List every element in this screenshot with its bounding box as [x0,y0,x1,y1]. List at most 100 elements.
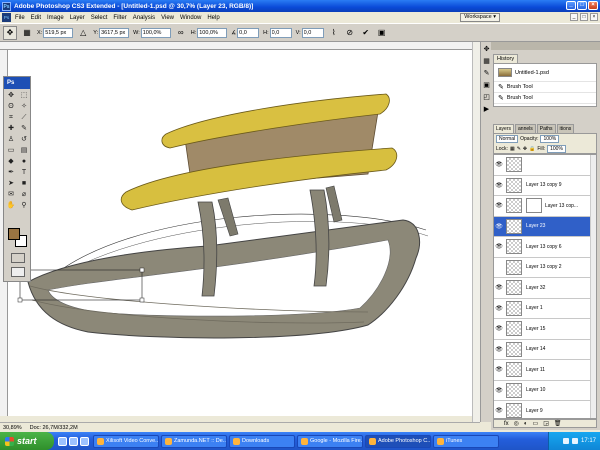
eyedropper-tool-icon[interactable]: ⌀ [18,190,30,200]
visibility-eye-icon[interactable]: 👁 [494,182,504,189]
tray-icon[interactable] [562,438,569,444]
height-input[interactable] [197,27,228,38]
new-group-icon[interactable]: ▭ [533,420,539,427]
swatches-panel-icon[interactable]: ▣ [482,81,491,90]
clone-stamp-tool-icon[interactable]: ♙ [5,135,17,145]
layer-row[interactable]: 👁 Layer 15 [494,319,596,340]
brushes-panel-icon[interactable]: ✎ [482,69,491,78]
layer-row[interactable]: 👁 Layer 9 [494,401,596,418]
eraser-tool-icon[interactable]: ▭ [5,146,17,156]
layer-row[interactable]: 👁 Layer 13 cop... [494,196,596,217]
close-button[interactable]: × [588,1,598,10]
doc-minimize-button[interactable]: _ [570,13,578,21]
move-tool-icon[interactable]: ✥ [5,91,17,101]
menu-filter[interactable]: Filter [113,15,126,21]
healing-brush-tool-icon[interactable]: ✚ [5,124,17,134]
quick-launch-icon[interactable] [58,436,67,446]
zoom-level[interactable]: 30,89% [3,425,22,431]
canvas-vertical-scrollbar[interactable] [472,42,480,422]
taskbar-button[interactable]: Xilisoft Video Conve... [93,434,159,448]
layer-row[interactable]: 👁 [494,155,596,176]
menu-select[interactable]: Select [91,15,108,21]
actions-panel-icon[interactable]: ▶ [482,105,491,114]
navigator-panel-icon[interactable]: ✥ [482,45,491,54]
zoom-tool-icon[interactable]: ⚲ [18,201,30,211]
history-snapshot[interactable]: Untitled-1.psd [494,64,596,82]
tray-icon[interactable] [571,438,578,444]
visibility-eye-icon[interactable]: 👁 [494,325,504,332]
cancel-transform-icon[interactable]: ⊘ [344,27,356,39]
slice-tool-icon[interactable]: ⟋ [18,113,30,123]
history-state[interactable]: ✎ Brush Tool [494,93,596,104]
visibility-eye-icon[interactable]: 👁 [494,284,504,291]
tab-paths[interactable]: Paths [536,124,556,133]
history-brush-tool-icon[interactable]: ↺ [18,135,30,145]
reference-point-icon[interactable]: ▦ [21,27,33,39]
layer-mask-thumbnail[interactable] [526,198,542,214]
layer-row[interactable]: 👁 Layer 10 [494,381,596,401]
menu-layer[interactable]: Layer [70,15,85,21]
tab-compositions[interactable]: itions [556,124,575,133]
foreground-color-swatch[interactable] [8,228,20,240]
width-input[interactable] [140,27,171,38]
fill-input[interactable]: 100% [547,145,566,153]
lock-position-icon[interactable]: ✥ [523,146,527,152]
taskbar-button[interactable]: Google - Mozilla Fire... [297,434,363,448]
layer-row[interactable]: Layer 13 copy 2 [494,258,596,278]
relative-position-icon[interactable]: △ [77,27,89,39]
menu-help[interactable]: Help [207,15,219,21]
taskbar-button[interactable]: Downloads [229,434,295,448]
crop-tool-icon[interactable]: ⌗ [5,113,17,123]
pen-tool-icon[interactable]: ✒ [5,168,17,178]
new-layer-icon[interactable]: ◲ [543,420,549,427]
blur-tool-icon[interactable]: ◆ [5,157,17,167]
taskbar-button[interactable]: Zamunda.NET :: De... [161,434,227,448]
tab-layers[interactable]: Layers [493,124,515,133]
doc-close-button[interactable]: × [590,13,598,21]
start-button[interactable]: start [0,432,54,450]
layer-mask-icon[interactable]: ◎ [514,420,519,427]
workspace-button[interactable]: Workspace ▾ [460,13,500,22]
visibility-eye-icon[interactable]: 👁 [494,243,504,250]
layer-row[interactable]: 👁 Layer 32 [494,278,596,299]
warp-mode-icon[interactable]: ⌇ [328,27,340,39]
visibility-eye-icon[interactable]: 👁 [494,407,504,414]
dodge-tool-icon[interactable]: ● [18,157,30,167]
gradient-tool-icon[interactable]: ▤ [18,146,30,156]
hand-tool-icon[interactable]: ✋ [5,201,17,211]
layer-row[interactable]: 👁 Layer 13 copy 6 [494,237,596,258]
document-icon[interactable]: Ps [2,13,11,22]
visibility-eye-icon[interactable]: 👁 [494,161,504,168]
quick-launch-icon[interactable] [69,436,78,446]
styles-panel-icon[interactable]: ◰ [482,93,491,102]
link-icon[interactable]: ∞ [175,27,187,39]
opacity-input[interactable]: 100% [540,135,560,143]
x-input[interactable] [43,27,74,38]
shape-tool-icon[interactable]: ■ [18,179,30,189]
layers-scrollbar[interactable] [590,155,596,418]
menu-file[interactable]: File [15,15,25,21]
maximize-button[interactable]: □ [577,1,587,10]
screen-mode-icon[interactable] [11,267,25,277]
visibility-eye-icon[interactable]: 👁 [494,387,504,394]
quick-mask-icon[interactable] [11,253,25,263]
tab-channels[interactable]: annels [515,124,536,133]
layer-row[interactable]: 👁 Layer 13 copy 9 [494,176,596,196]
vskew-input[interactable] [301,27,324,38]
menu-analysis[interactable]: Analysis [133,15,155,21]
brush-tool-icon[interactable]: ✎ [18,124,30,134]
lock-image-icon[interactable]: ✎ [517,146,521,152]
visibility-eye-icon[interactable]: 👁 [494,346,504,353]
delete-layer-icon[interactable]: 🗑 [554,420,562,427]
visibility-eye-icon[interactable]: 👁 [494,223,504,230]
layer-row[interactable]: 👁 Layer 14 [494,340,596,360]
layer-row[interactable]: 👁 Layer 23 [494,216,596,237]
adjustment-layer-icon[interactable]: ◐ [524,420,528,427]
layer-row[interactable]: 👁 Layer 1 [494,299,596,319]
taskbar-button[interactable]: Adobe Photoshop C... [365,434,431,448]
visibility-eye-icon[interactable]: 👁 [494,305,504,312]
lasso-tool-icon[interactable]: ʘ [5,102,17,112]
tools-panel-header[interactable]: Ps [4,77,30,89]
blend-mode-select[interactable]: Normal [496,135,519,143]
commit-transform-icon[interactable]: ✔ [360,27,372,39]
